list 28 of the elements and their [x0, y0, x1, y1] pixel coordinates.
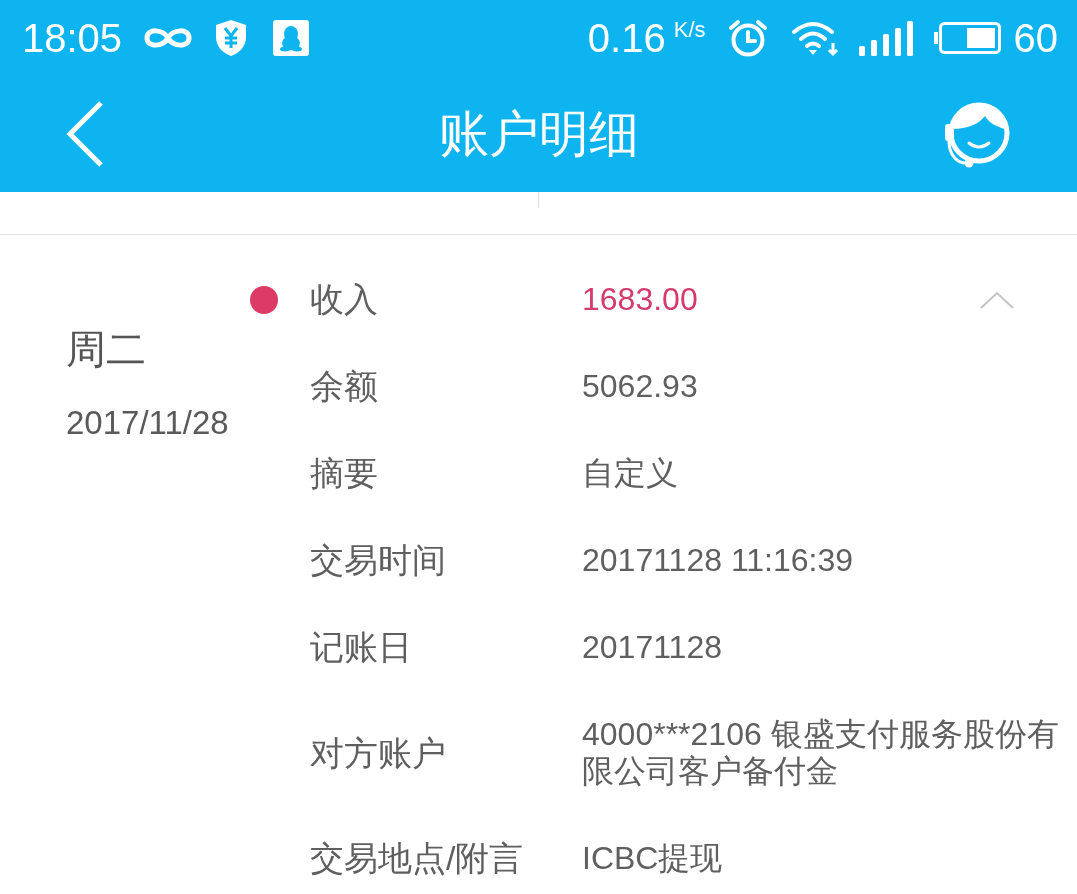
shield-yen-icon [215, 18, 248, 57]
page-title: 账户明细 [438, 104, 639, 164]
battery-percent: 60 [1013, 17, 1058, 58]
detail-label: 记账日 [310, 629, 413, 666]
detail-value: ICBC提现 [582, 840, 723, 877]
detail-label: 收入 [310, 281, 379, 318]
chevron-left-icon [65, 99, 105, 168]
weekday-label: 周二 [66, 326, 146, 373]
alarm-clock-icon [727, 18, 768, 57]
status-time: 18:05 [22, 17, 123, 58]
penguin-icon [273, 19, 310, 56]
signal-icon [858, 19, 913, 56]
detail-value: 1683.00 [582, 281, 698, 318]
detail-label: 摘要 [310, 455, 379, 492]
detail-label: 余额 [310, 368, 379, 405]
detail-value: 20171128 [582, 629, 722, 666]
transaction-date: 2017/11/28 [66, 403, 229, 443]
detail-value: 4000***2106 银盛支付服务股份有限公司客户备付金 [582, 716, 1060, 790]
detail-label: 交易时间 [310, 542, 447, 579]
detail-value: 5062.93 [582, 368, 698, 405]
speed-unit: K/s [673, 19, 706, 41]
detail-value: 自定义 [582, 455, 678, 492]
detail-value: 20171128 11:16:39 [582, 542, 854, 579]
network-speed: 0.16 [587, 17, 666, 58]
chevron-up-icon[interactable] [979, 289, 1015, 310]
detail-label: 对方账户 [310, 734, 447, 772]
detail-label: 交易地点/附言 [310, 840, 525, 877]
battery-icon [933, 20, 1002, 55]
